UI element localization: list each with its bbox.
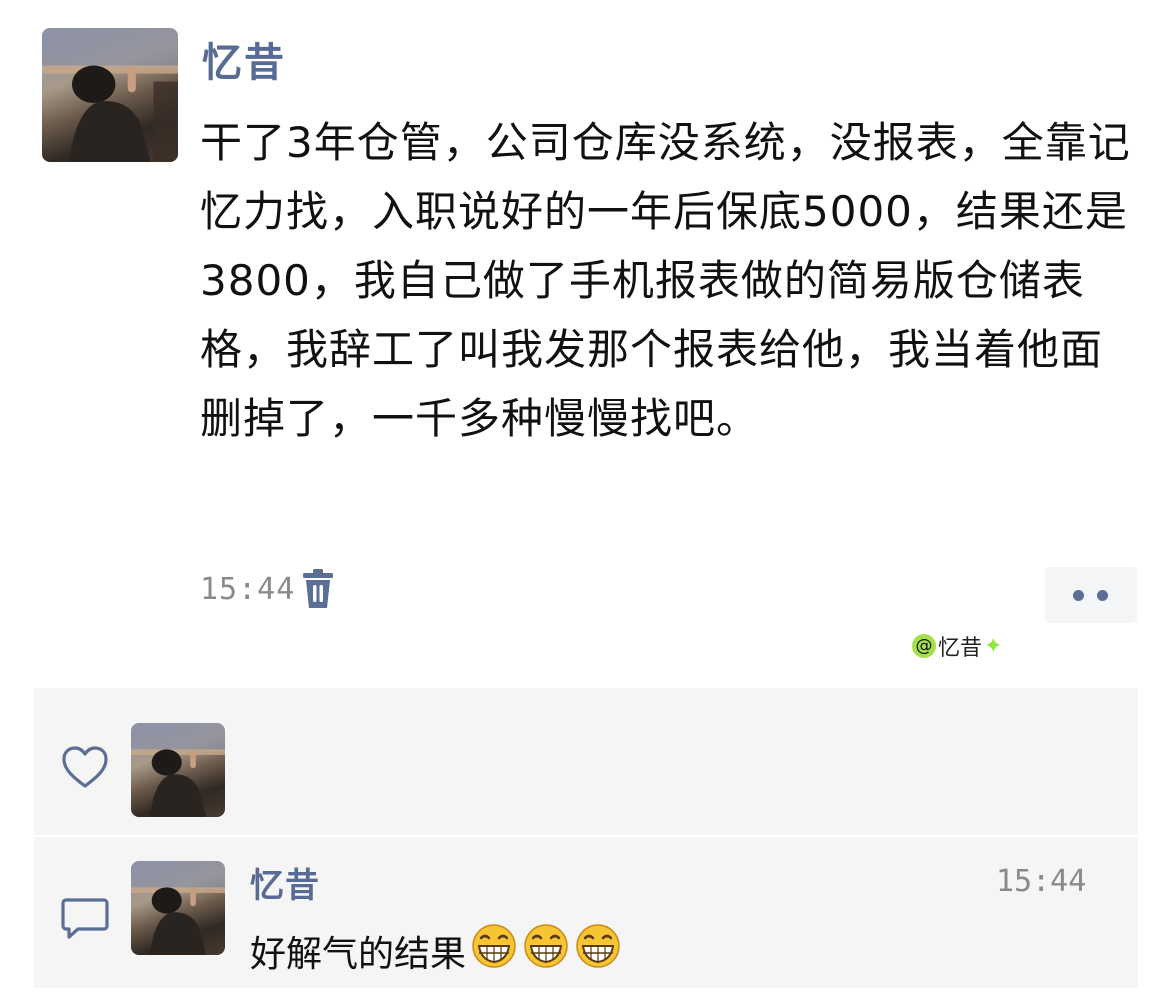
post-timestamp: 15:44 — [200, 572, 296, 607]
comment-row[interactable]: 忆昔 15:44 好解气的结果 — [34, 838, 1138, 988]
comment-bubble-icon[interactable] — [60, 896, 110, 942]
heart-outline-icon — [60, 744, 110, 790]
interaction-panel: 忆昔 15:44 好解气的结果 — [34, 688, 1138, 988]
grinning-face-emoji — [472, 924, 516, 968]
comment-author-name[interactable]: 忆昔 — [250, 858, 320, 907]
post-author-avatar[interactable] — [42, 28, 178, 162]
sparkle-icon: ✦ — [984, 633, 1003, 659]
comment-text: 好解气的结果 — [250, 922, 622, 979]
more-dots-icon[interactable] — [1045, 567, 1137, 623]
dot — [1073, 590, 1084, 601]
divider — [34, 835, 1138, 837]
watermark-at-badge: @ — [912, 634, 936, 658]
dot — [1097, 590, 1108, 601]
trash-icon[interactable] — [300, 568, 336, 610]
emoji-group — [466, 922, 622, 979]
liker-avatar[interactable] — [131, 723, 225, 817]
comment-timestamp: 15:44 — [996, 864, 1087, 899]
grinning-face-emoji — [524, 924, 568, 968]
post-body-text: 干了3年仓管，公司仓库没系统，没报表，全靠记忆力找，入职说好的一年后保底5000… — [200, 118, 1131, 443]
comment-text-body: 好解气的结果 — [250, 933, 467, 975]
post-author-name[interactable]: 忆昔 — [202, 30, 286, 88]
grinning-face-emoji — [576, 924, 620, 968]
watermark-name: 忆昔 — [938, 636, 983, 661]
watermark: @ 忆昔 ✦ — [912, 630, 1002, 662]
commenter-avatar[interactable] — [131, 861, 225, 955]
likes-row — [34, 688, 1138, 834]
